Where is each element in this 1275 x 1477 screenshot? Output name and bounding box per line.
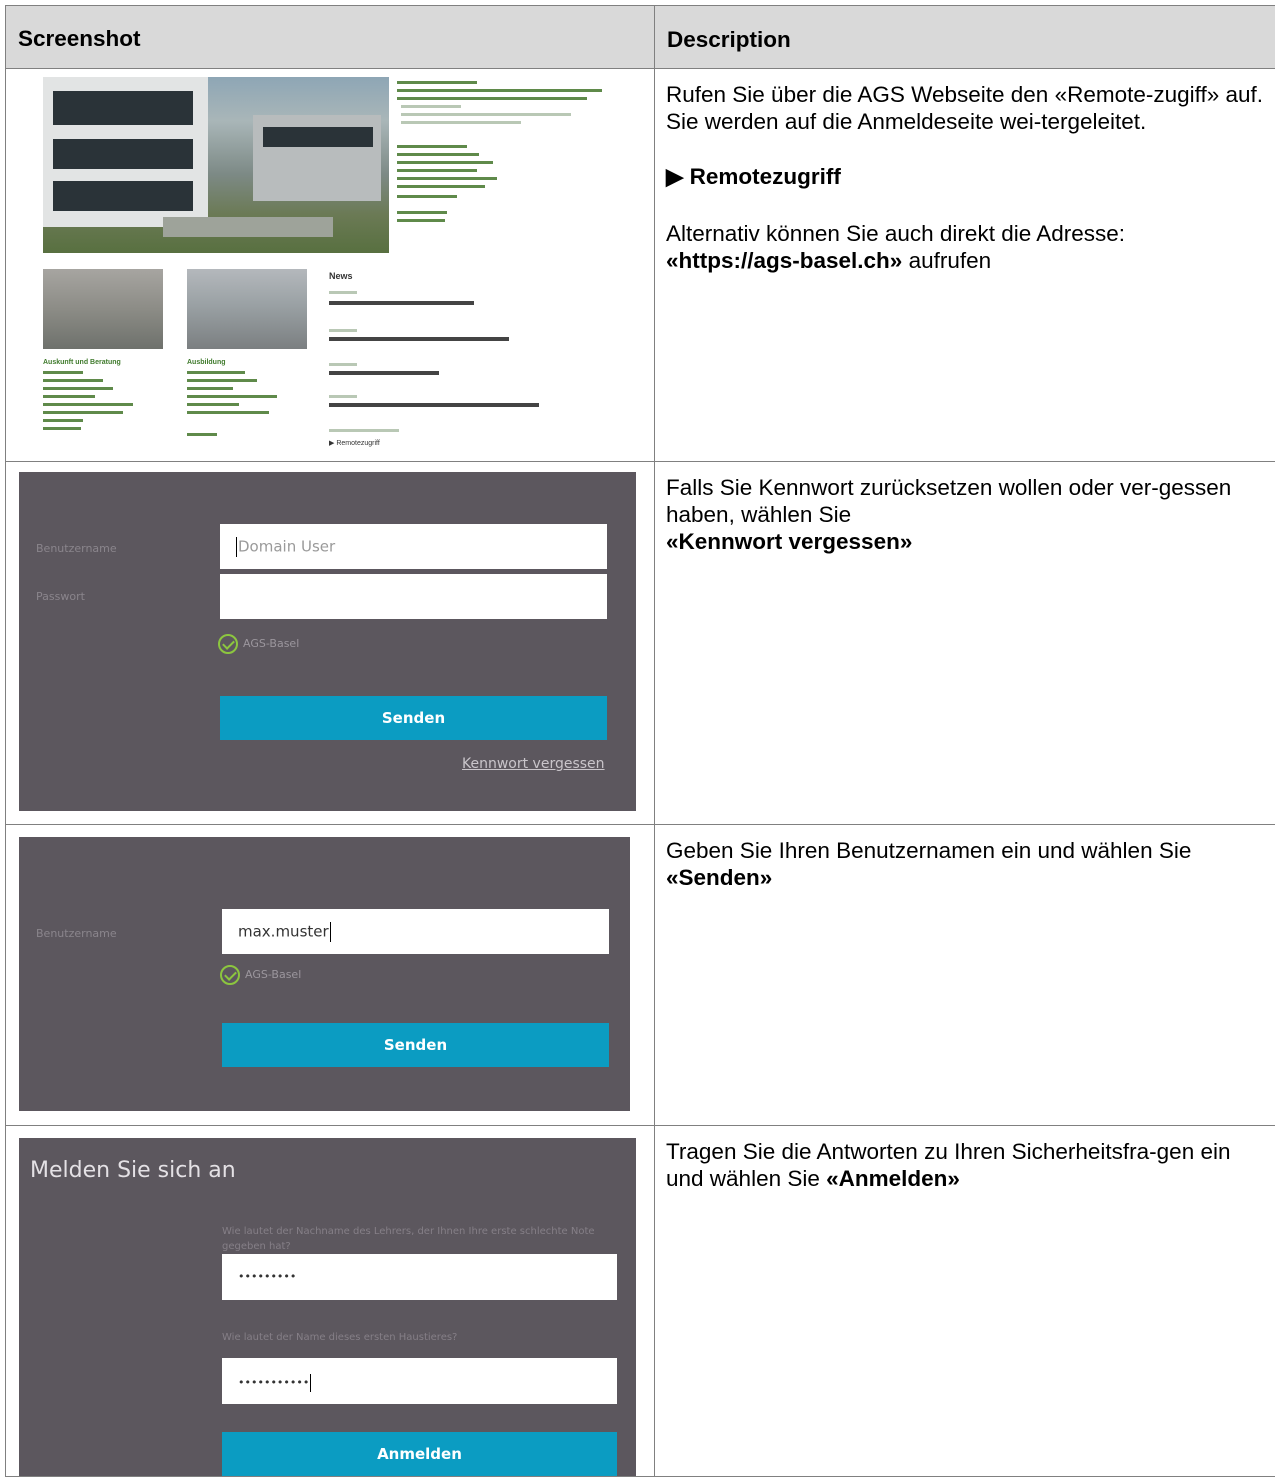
- domain-label: AGS-Basel: [243, 637, 300, 650]
- alternative-text: Alternativ können Sie auch direkt die Ad…: [666, 221, 1126, 273]
- send-button[interactable]: Senden: [220, 696, 607, 740]
- description-cell: Falls Sie Kennwort zurücksetzen wollen o…: [655, 462, 1275, 824]
- auskunft-heading: Auskunft und Beratung: [43, 359, 121, 366]
- answer-2-input[interactable]: •••••••••••: [222, 1358, 617, 1404]
- classroom-photo: [187, 269, 307, 349]
- username-label: Benutzername: [36, 542, 117, 555]
- description-cell: Rufen Sie über die AGS Webseite den «Rem…: [655, 69, 1275, 461]
- sign-in-title: Melden Sie sich an: [30, 1158, 236, 1183]
- remote-access-heading: ▶ Remotezugriff: [666, 163, 1265, 190]
- table-row: Benutzername Domain User Passwort AGS-Ba…: [6, 462, 1275, 825]
- instruction-table: Screenshot Description News ▶ Remotezugr…: [5, 5, 1275, 1477]
- table-row: Benutzername max.muster AGS-Basel Senden…: [6, 825, 1275, 1126]
- header-description: Description: [655, 6, 1275, 68]
- description-text: Geben Sie Ihren Benutzernamen ein und wä…: [666, 838, 1192, 890]
- ausbildung-heading: Ausbildung: [187, 359, 226, 366]
- answer-1-input[interactable]: •••••••••: [222, 1254, 617, 1300]
- arrow-icon: ▶: [666, 164, 684, 189]
- description-cell: Geben Sie Ihren Benutzernamen ein und wä…: [655, 825, 1275, 1125]
- table-row: Melden Sie sich an Wie lautet der Nachna…: [6, 1126, 1275, 1477]
- username-input[interactable]: max.muster: [222, 909, 609, 954]
- address-link[interactable]: «https://ags-basel.ch»: [666, 248, 902, 273]
- send-button[interactable]: Senden: [222, 1023, 609, 1067]
- password-label: Passwort: [36, 590, 85, 603]
- school-building-photo: [43, 77, 389, 253]
- domain-label: AGS-Basel: [245, 968, 302, 981]
- check-circle-icon: [220, 965, 240, 985]
- check-circle-icon: [218, 634, 238, 654]
- screenshot-cell: Melden Sie sich an Wie lautet der Nachna…: [6, 1126, 655, 1476]
- sign-in-button[interactable]: Anmelden: [222, 1432, 617, 1476]
- header-screenshot: Screenshot: [6, 6, 655, 68]
- username-label: Benutzername: [36, 927, 117, 940]
- security-question-1: Wie lautet der Nachname des Lehrers, der…: [222, 1226, 595, 1252]
- office-photo: [43, 269, 163, 349]
- screenshot-cell: Benutzername max.muster AGS-Basel Senden: [6, 825, 655, 1125]
- security-question-2: Wie lautet der Name dieses ersten Hausti…: [222, 1332, 458, 1343]
- security-questions-panel: Melden Sie sich an Wie lautet der Nachna…: [19, 1138, 636, 1476]
- forgot-password-link[interactable]: Kennwort vergessen: [462, 756, 605, 772]
- login-panel: Benutzername Domain User Passwort AGS-Ba…: [19, 472, 636, 811]
- description-text: Tragen Sie die Antworten zu Ihren Sicher…: [666, 1139, 1231, 1191]
- remote-access-label[interactable]: Remotezugriff: [690, 164, 841, 189]
- table-row: News ▶ Remotezugriff Auskunft und Beratu…: [6, 69, 1275, 462]
- username-input[interactable]: Domain User: [220, 524, 607, 569]
- screenshot-cell: News ▶ Remotezugriff Auskunft und Beratu…: [6, 69, 655, 461]
- password-input[interactable]: [220, 574, 607, 619]
- table-header-row: Screenshot Description: [6, 6, 1275, 69]
- screenshot-cell: Benutzername Domain User Passwort AGS-Ba…: [6, 462, 655, 824]
- news-heading: News: [329, 271, 353, 281]
- remote-access-link[interactable]: ▶ Remotezugriff: [329, 439, 380, 447]
- description-cell: Tragen Sie die Antworten zu Ihren Sicher…: [655, 1126, 1275, 1476]
- description-text: Falls Sie Kennwort zurücksetzen wollen o…: [666, 475, 1232, 554]
- description-text: Rufen Sie über die AGS Webseite den «Rem…: [666, 82, 1264, 134]
- username-panel: Benutzername max.muster AGS-Basel Senden: [19, 837, 630, 1111]
- website-thumbnail: News ▶ Remotezugriff Auskunft und Beratu…: [35, 77, 636, 455]
